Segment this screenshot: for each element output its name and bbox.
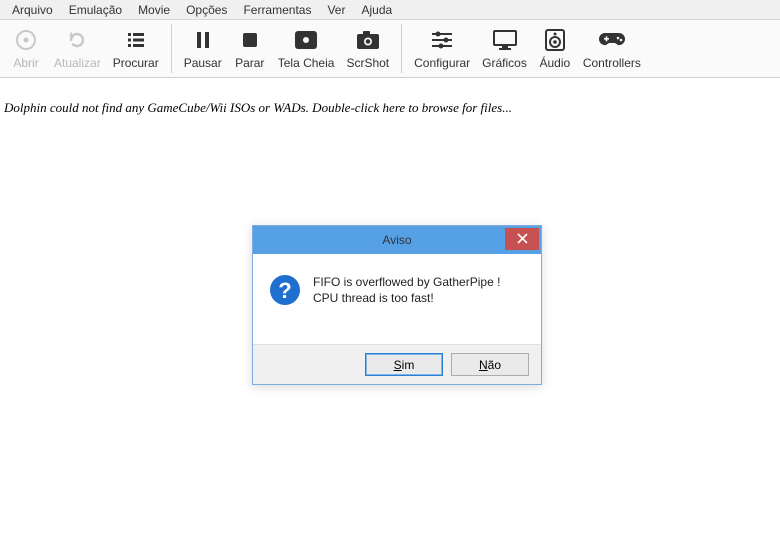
dialog-message-line2: CPU thread is too fast! [313, 290, 500, 306]
toolbar-separator [401, 24, 402, 73]
dialog-titlebar[interactable]: Aviso [253, 226, 541, 254]
stop-icon [241, 28, 259, 52]
no-button[interactable]: Não [451, 353, 529, 376]
monitor-icon [492, 28, 518, 52]
menu-movie[interactable]: Movie [130, 2, 178, 18]
audio-button[interactable]: Áudio [533, 20, 577, 77]
pause-icon [193, 28, 213, 52]
stop-label: Parar [235, 56, 264, 70]
yes-button[interactable]: Sim [365, 353, 443, 376]
fullscreen-label: Tela Cheia [278, 56, 335, 70]
pause-label: Pausar [184, 56, 222, 70]
dialog-title: Aviso [382, 233, 411, 247]
screenshot-label: ScrShot [346, 56, 389, 70]
controllers-label: Controllers [583, 56, 641, 70]
warning-dialog: Aviso ? FIFO is overflowed by GatherPipe… [252, 225, 542, 385]
config-label: Configurar [414, 56, 470, 70]
graphics-button[interactable]: Gráficos [476, 20, 533, 77]
refresh-label: Atualizar [54, 56, 101, 70]
config-button[interactable]: Configurar [408, 20, 476, 77]
fullscreen-icon [294, 28, 318, 52]
menu-ver[interactable]: Ver [319, 2, 353, 18]
toolbar-group-file: Abrir Atualizar Procurar [4, 20, 165, 77]
toolbar-group-emulation: Pausar Parar Tela Cheia ScrShot [178, 20, 395, 77]
menu-arquivo[interactable]: Arquivo [4, 2, 61, 18]
open-label: Abrir [13, 56, 38, 70]
speaker-icon [543, 28, 567, 52]
browse-label: Procurar [113, 56, 159, 70]
dialog-message-line1: FIFO is overflowed by GatherPipe ! [313, 274, 500, 290]
question-icon: ? [269, 274, 301, 328]
list-icon [125, 28, 147, 52]
close-button[interactable] [505, 228, 539, 250]
dialog-message: FIFO is overflowed by GatherPipe ! CPU t… [313, 274, 500, 328]
toolbar-group-settings: Configurar Gráficos Áudio Controllers [408, 20, 647, 77]
controllers-button[interactable]: Controllers [577, 20, 647, 77]
refresh-icon [66, 28, 88, 52]
refresh-button[interactable]: Atualizar [48, 20, 107, 77]
browse-button[interactable]: Procurar [107, 20, 165, 77]
graphics-label: Gráficos [482, 56, 527, 70]
menu-ajuda[interactable]: Ajuda [353, 2, 400, 18]
pause-button[interactable]: Pausar [178, 20, 228, 77]
sliders-icon [430, 28, 454, 52]
empty-game-list-message: Dolphin could not find any GameCube/Wii … [0, 78, 780, 116]
gamepad-icon [598, 28, 626, 52]
close-icon [517, 232, 528, 247]
toolbar-separator [171, 24, 172, 73]
dialog-button-row: Sim Não [253, 344, 541, 384]
menu-emulacao[interactable]: Emulação [61, 2, 130, 18]
menu-opcoes[interactable]: Opções [178, 2, 235, 18]
menu-ferramentas[interactable]: Ferramentas [235, 2, 319, 18]
camera-icon [356, 28, 380, 52]
disc-icon [15, 28, 37, 52]
audio-label: Áudio [539, 56, 570, 70]
open-button[interactable]: Abrir [4, 20, 48, 77]
screenshot-button[interactable]: ScrShot [340, 20, 395, 77]
toolbar: Abrir Atualizar Procurar Pausar [0, 20, 780, 78]
dialog-body: ? FIFO is overflowed by GatherPipe ! CPU… [253, 254, 541, 344]
svg-text:?: ? [278, 278, 291, 303]
fullscreen-button[interactable]: Tela Cheia [272, 20, 341, 77]
stop-button[interactable]: Parar [228, 20, 272, 77]
menubar: Arquivo Emulação Movie Opções Ferramenta… [0, 0, 780, 20]
